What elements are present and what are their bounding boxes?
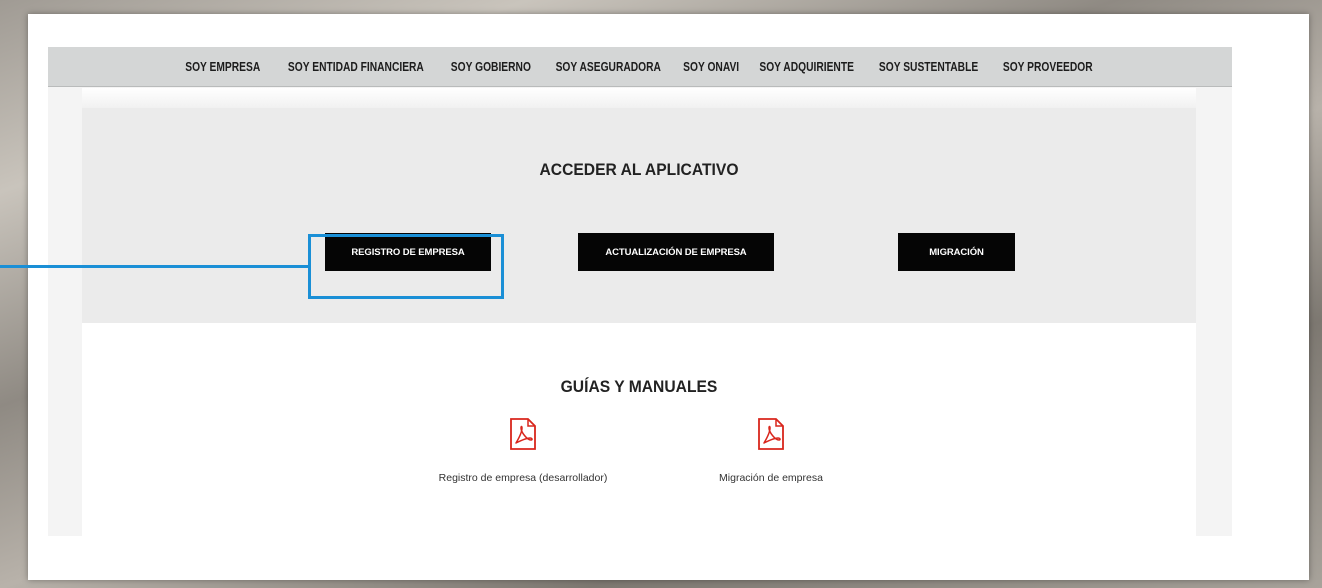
guides-section-title: GUÍAS Y MANUALES xyxy=(560,377,718,396)
guide-label: Migración de empresa xyxy=(719,472,823,484)
guide-migracion-de-empresa[interactable]: Migración de empresa xyxy=(671,418,871,484)
pdf-icon xyxy=(510,418,536,450)
apps-section: ACCEDER AL APLICATIVO REGISTRO DE EMPRES… xyxy=(82,108,1196,323)
nav-item-soy-sustentable[interactable]: SOY SUSTENTABLE xyxy=(879,60,978,74)
nav-item-soy-aseguradora[interactable]: SOY ASEGURADORA xyxy=(556,60,661,74)
guides-section: GUÍAS Y MANUALES Registro de empresa (de… xyxy=(82,323,1196,536)
guide-label: Registro de empresa (desarrollador) xyxy=(438,472,608,484)
callout-leader-line xyxy=(0,265,310,268)
pdf-icon xyxy=(758,418,784,450)
nav-item-soy-onavi[interactable]: SOY ONAVI xyxy=(683,60,739,74)
migracion-button[interactable]: MIGRACIÓN xyxy=(898,233,1015,271)
nav-item-soy-gobierno[interactable]: SOY GOBIERNO xyxy=(451,60,531,74)
nav-item-soy-adquiriente[interactable]: SOY ADQUIRIENTE xyxy=(759,60,854,74)
nav-item-soy-entidad-financiera[interactable]: SOY ENTIDAD FINANCIERA xyxy=(288,60,424,74)
callout-highlight-box xyxy=(308,234,504,299)
actualizacion-de-empresa-button[interactable]: ACTUALIZACIÓN DE EMPRESA xyxy=(578,233,774,271)
nav-item-soy-empresa[interactable]: SOY EMPRESA xyxy=(185,60,260,74)
web-page: SOY EMPRESA SOY ENTIDAD FINANCIERA SOY G… xyxy=(48,47,1232,536)
content-top-strip xyxy=(82,88,1196,108)
nav-item-soy-proveedor[interactable]: SOY PROVEEDOR xyxy=(1003,60,1093,74)
apps-section-title: ACCEDER AL APLICATIVO xyxy=(539,160,739,179)
guide-registro-de-empresa[interactable]: Registro de empresa (desarrollador) xyxy=(423,418,623,484)
top-navigation: SOY EMPRESA SOY ENTIDAD FINANCIERA SOY G… xyxy=(48,47,1232,87)
